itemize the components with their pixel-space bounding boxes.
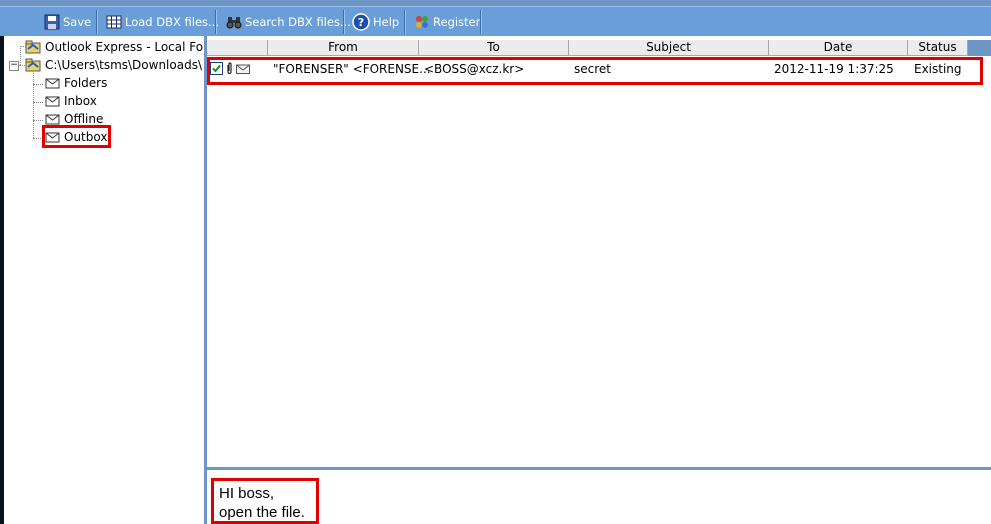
register-button[interactable]: Register: [414, 11, 480, 33]
tree-item-inbox[interactable]: Inbox: [44, 92, 97, 110]
help-button[interactable]: ? Help: [352, 11, 399, 33]
grid-icon: [106, 14, 122, 30]
column-header-status[interactable]: Status: [908, 40, 968, 56]
mail-folder-icon: [44, 76, 61, 90]
toolbar-separator: [96, 10, 98, 34]
tree-path-label: C:\Users\tsms\Downloads\: [45, 58, 202, 72]
tree-item-label: Inbox: [64, 94, 97, 108]
tree-item-label: Folders: [64, 76, 108, 90]
load-dbx-button[interactable]: Load DBX files...: [106, 11, 219, 33]
toolbar: Save Load DBX files... Search DBX files.…: [0, 6, 991, 36]
expander-collapse-icon[interactable]: −: [9, 61, 19, 71]
message-list[interactable]: From To Subject Date Status "FORENSER" <…: [207, 36, 991, 468]
floppy-disk-icon: [44, 14, 60, 30]
help-label: Help: [373, 15, 400, 29]
save-button[interactable]: Save: [44, 11, 91, 33]
outlook-folder-icon: [25, 58, 42, 72]
column-header-from[interactable]: From: [268, 40, 419, 56]
register-label: Register: [433, 15, 481, 29]
column-header-subject[interactable]: Subject: [569, 40, 769, 56]
column-header-to[interactable]: To: [419, 40, 569, 56]
message-row-highlight-box: [207, 57, 983, 85]
folder-tree[interactable]: − Outlook Express - Local Folders C:\Use…: [4, 36, 204, 524]
tree-node-dbx-path[interactable]: C:\Users\tsms\Downloads\: [25, 56, 202, 74]
tree-root-local-folders[interactable]: Outlook Express - Local Folders: [25, 38, 204, 56]
toolbar-separator: [215, 10, 217, 34]
svg-text:?: ?: [358, 16, 364, 29]
column-header-date[interactable]: Date: [769, 40, 908, 56]
toolbar-separator: [480, 10, 482, 34]
preview-pane: HI boss, open the file.: [207, 470, 991, 524]
load-dbx-label: Load DBX files...: [125, 15, 219, 29]
search-dbx-button[interactable]: Search DBX files...: [226, 11, 351, 33]
tree-item-label: Offline: [64, 112, 104, 126]
register-icon: [414, 14, 430, 30]
mail-folder-icon: [44, 112, 61, 126]
column-header-flags[interactable]: [207, 40, 268, 56]
outlook-folder-icon: [25, 40, 42, 54]
mail-folder-icon: [44, 94, 61, 108]
help-icon: ?: [352, 13, 370, 31]
search-dbx-label: Search DBX files...: [245, 15, 351, 29]
outbox-highlight-box: [42, 125, 111, 148]
tree-root-label: Outlook Express - Local Folders: [45, 40, 204, 54]
binoculars-icon: [226, 14, 242, 30]
toolbar-separator: [343, 10, 345, 34]
save-label: Save: [63, 15, 92, 29]
tree-item-folders[interactable]: Folders: [44, 74, 107, 92]
preview-highlight-box: [211, 478, 319, 524]
toolbar-separator: [404, 10, 406, 34]
